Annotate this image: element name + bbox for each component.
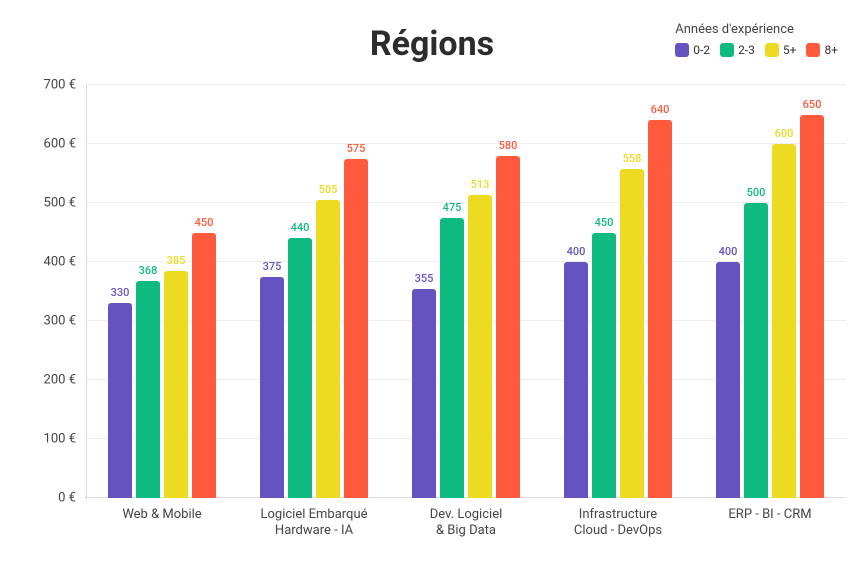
x-tick-label: InfrastructureCloud - DevOps xyxy=(542,501,694,551)
x-tick-label: Web & Mobile xyxy=(86,501,238,551)
bar-value-label: 368 xyxy=(139,264,158,281)
bar[interactable]: 375 xyxy=(260,277,284,498)
legend-item[interactable]: 5+ xyxy=(765,43,797,57)
y-tick-label: 100 € xyxy=(44,432,86,447)
legend-item[interactable]: 0-2 xyxy=(675,43,710,57)
bar-value-label: 505 xyxy=(319,183,338,200)
bar[interactable]: 368 xyxy=(136,281,160,498)
bar[interactable]: 400 xyxy=(716,262,740,498)
bar[interactable]: 575 xyxy=(344,159,368,498)
y-tick-label: 500 € xyxy=(44,196,86,211)
bar-value-label: 330 xyxy=(111,286,130,303)
y-tick-label: 300 € xyxy=(44,314,86,329)
bar[interactable]: 580 xyxy=(496,156,520,498)
bar[interactable]: 650 xyxy=(800,115,824,499)
x-tick-label: ERP - BI - CRM xyxy=(694,501,846,551)
bar-group: 400450558640 xyxy=(542,85,694,498)
bar-group: 375440505575 xyxy=(238,85,390,498)
bar-group: 355475513580 xyxy=(390,85,542,498)
chart-legend: Années d'expérience 0-2 2-3 5+ 8+ xyxy=(675,22,838,57)
bar-value-label: 475 xyxy=(443,201,462,218)
bar-value-label: 450 xyxy=(595,216,614,233)
bar[interactable]: 385 xyxy=(164,271,188,498)
bar[interactable]: 558 xyxy=(620,169,644,498)
x-tick-label: Logiciel EmbarquéHardware - IA xyxy=(238,501,390,551)
legend-label: 8+ xyxy=(824,43,838,57)
bar-value-label: 575 xyxy=(347,142,366,159)
x-axis-labels: Web & MobileLogiciel EmbarquéHardware - … xyxy=(86,501,846,551)
legend-title: Années d'expérience xyxy=(675,22,838,37)
bar[interactable]: 600 xyxy=(772,144,796,498)
bar-value-label: 513 xyxy=(471,178,490,195)
bar-value-label: 600 xyxy=(775,127,794,144)
legend-swatch xyxy=(720,43,734,57)
bar[interactable]: 440 xyxy=(288,238,312,498)
legend-swatch xyxy=(675,43,689,57)
bar[interactable]: 475 xyxy=(440,218,464,498)
bar-value-label: 450 xyxy=(195,216,214,233)
y-tick-label: 0 € xyxy=(58,491,86,506)
legend-item[interactable]: 8+ xyxy=(806,43,838,57)
legend-swatch xyxy=(765,43,779,57)
legend-item[interactable]: 2-3 xyxy=(720,43,755,57)
bar-value-label: 375 xyxy=(263,260,282,277)
bar-group: 400500600650 xyxy=(694,85,846,498)
bar[interactable]: 505 xyxy=(316,200,340,498)
bar[interactable]: 513 xyxy=(468,195,492,498)
legend-label: 0-2 xyxy=(693,43,710,57)
legend-label: 2-3 xyxy=(738,43,755,57)
bar-value-label: 355 xyxy=(415,272,434,289)
bar[interactable]: 330 xyxy=(108,303,132,498)
bar-value-label: 640 xyxy=(651,103,670,120)
bar-value-label: 580 xyxy=(499,139,518,156)
bar-value-label: 650 xyxy=(803,98,822,115)
bar-value-label: 440 xyxy=(291,221,310,238)
bar[interactable]: 400 xyxy=(564,262,588,498)
x-tick-label: Dev. Logiciel& Big Data xyxy=(390,501,542,551)
bar-value-label: 400 xyxy=(567,245,586,262)
bar-value-label: 385 xyxy=(167,254,186,271)
bar[interactable]: 450 xyxy=(592,233,616,499)
y-tick-label: 600 € xyxy=(44,137,86,152)
bar-value-label: 400 xyxy=(719,245,738,262)
bar[interactable]: 450 xyxy=(192,233,216,499)
bar[interactable]: 640 xyxy=(648,120,672,498)
y-tick-label: 400 € xyxy=(44,255,86,270)
plot-area: 0 €100 €200 €300 €400 €500 €600 €700 € 3… xyxy=(86,85,846,498)
y-tick-label: 700 € xyxy=(44,78,86,93)
bar[interactable]: 500 xyxy=(744,203,768,498)
bar[interactable]: 355 xyxy=(412,289,436,498)
bar-value-label: 500 xyxy=(747,186,766,203)
y-tick-label: 200 € xyxy=(44,373,86,388)
bar-group: 330368385450 xyxy=(86,85,238,498)
bar-value-label: 558 xyxy=(623,152,642,169)
legend-swatch xyxy=(806,43,820,57)
bar-chart: Régions Années d'expérience 0-22-35+8+ 0… xyxy=(0,0,864,563)
legend-label: 5+ xyxy=(783,43,797,57)
